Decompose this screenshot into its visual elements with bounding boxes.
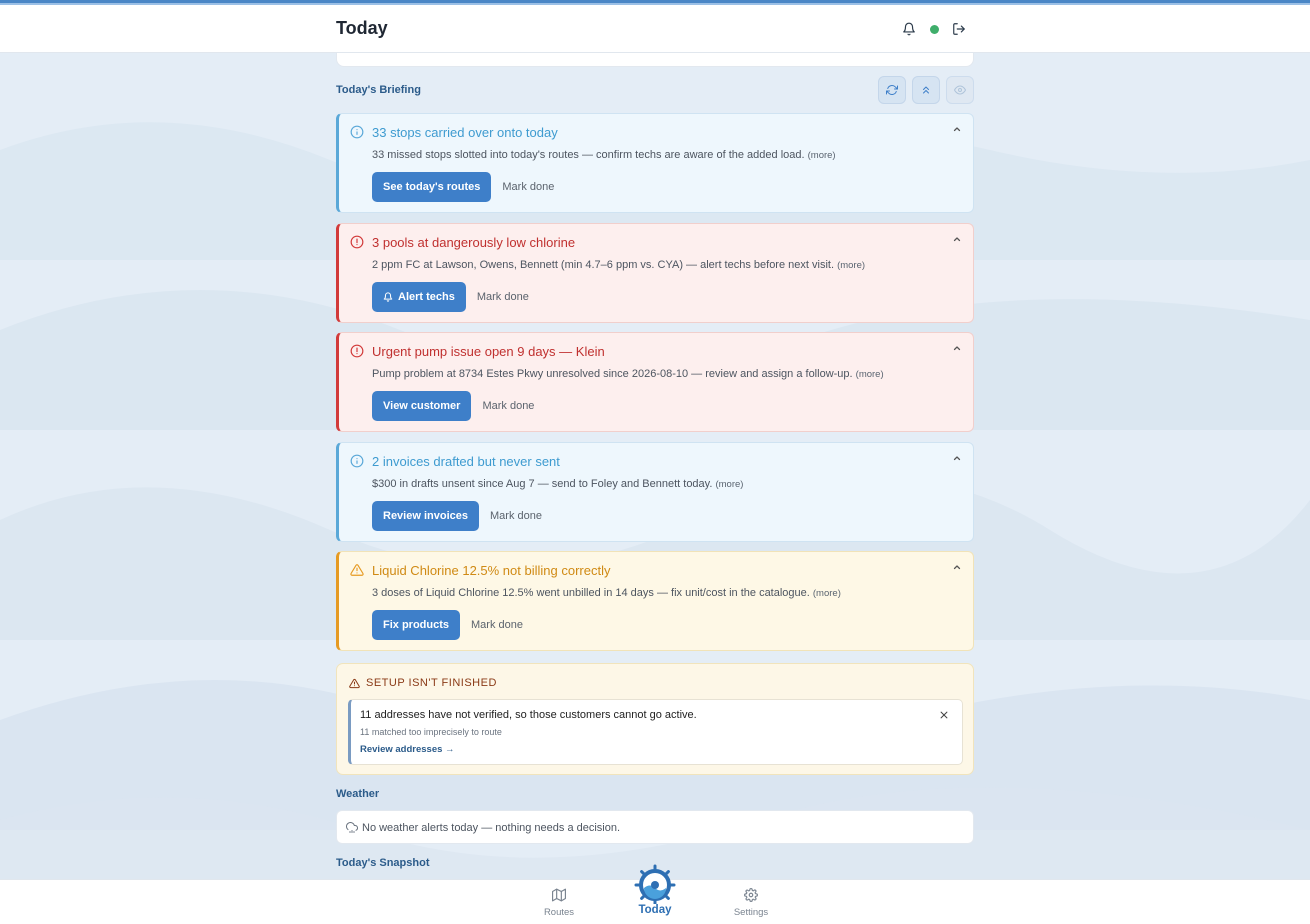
alert-title: Liquid Chlorine 12.5% not billing correc…	[372, 563, 611, 578]
weather-title: Weather	[336, 788, 380, 800]
warning-triangle-icon	[350, 563, 364, 577]
setup-header: SETUP ISN'T FINISHED	[349, 677, 497, 689]
collapse-all-icon	[923, 86, 929, 94]
alert-body-text: 33 missed stops slotted into today's rou…	[372, 149, 805, 161]
alert-body: 2 ppm FC at Lawson, Owens, Bennett (min …	[372, 259, 865, 271]
alert-body-text: $300 in drafts unsent since Aug 7 — send…	[372, 477, 713, 490]
weather-card: No weather alerts today — nothing needs …	[336, 810, 974, 844]
nav-settings-label: Settings	[733, 907, 769, 918]
alert-body: 3 doses of Liquid Chlorine 12.5% went un…	[372, 587, 841, 599]
alert-body-text: Pump problem at 8734 Estes Pkwy unresolv…	[372, 368, 853, 380]
show-hidden-button[interactable]	[946, 76, 974, 104]
refresh-button[interactable]	[878, 76, 906, 104]
alert-circle-icon	[350, 235, 364, 249]
more-link[interactable]: (more)	[715, 479, 743, 490]
alert-action-button[interactable]: Alert techs	[372, 281, 466, 312]
more-link[interactable]: (more)	[813, 588, 841, 599]
alert-circle-icon	[350, 344, 364, 358]
top-accent-bar	[0, 0, 1310, 5]
alert-title: 3 pools at dangerously low chlorine	[372, 234, 576, 250]
alert-actions: Alert techs Mark done	[372, 281, 529, 312]
alert-actions: Review invoices Mark done	[372, 500, 542, 531]
weather-text: No weather alerts today — nothing needs …	[362, 822, 621, 834]
alert-card: Urgent pump issue open 9 days — Klein Pum…	[336, 332, 974, 432]
alert-action-label: Fix products	[383, 619, 450, 631]
setup-title: SETUP ISN'T FINISHED	[366, 677, 497, 689]
alert-card: 33 stops carried over onto today 33 misse…	[336, 113, 974, 213]
setup-subtext: 11 matched too imprecisely to route	[360, 727, 502, 737]
alert-title: Urgent pump issue open 9 days — Klein	[372, 344, 605, 359]
more-link[interactable]: (more)	[856, 369, 884, 380]
nav-routes-label: Routes	[543, 907, 575, 918]
page-title: Today	[336, 18, 388, 38]
alert-action-label: See today's routes	[383, 181, 481, 193]
alert-title: 33 stops carried over onto today	[372, 125, 558, 140]
chevron-up-icon[interactable]	[951, 233, 963, 245]
chevron-up-icon[interactable]	[951, 342, 963, 354]
alert-action-label: View customer	[383, 400, 461, 412]
chevron-up-icon[interactable]	[951, 452, 963, 464]
snapshot-title: Today's Snapshot	[336, 857, 430, 869]
collapse-all-button[interactable]	[912, 76, 940, 104]
alert-actions: View customer Mark done	[372, 391, 534, 421]
ship-wheel-icon	[634, 864, 676, 906]
gear-icon	[744, 888, 758, 902]
briefing-title: Today's Briefing	[336, 84, 421, 96]
chevron-up-icon[interactable]	[951, 123, 963, 135]
app-header: Today	[0, 5, 1310, 53]
alert-card: 2 invoices drafted but never sent $300 in…	[336, 441, 974, 542]
alert-body-text: 2 ppm FC at Lawson, Owens, Bennett (min …	[372, 258, 834, 271]
setup-message: 11 addresses have not verified, so those…	[360, 709, 697, 721]
online-status-dot	[930, 25, 939, 34]
more-link[interactable]: (more)	[837, 260, 865, 271]
briefing-tools	[878, 76, 974, 104]
close-icon[interactable]	[939, 710, 949, 720]
alert-title: 2 invoices drafted but never sent	[372, 453, 560, 469]
warning-triangle-icon	[349, 678, 360, 688]
alert-action-button[interactable]: See today's routes	[372, 172, 492, 202]
alert-body: Pump problem at 8734 Estes Pkwy unresolv…	[372, 368, 884, 380]
previous-card	[336, 53, 974, 67]
cloud-rain-icon	[346, 822, 358, 833]
bell-icon	[383, 291, 393, 302]
map-icon	[552, 888, 566, 902]
logout-icon[interactable]	[949, 19, 969, 39]
alert-body: 33 missed stops slotted into today's rou…	[372, 149, 836, 161]
mark-done-button[interactable]: Mark done	[477, 291, 529, 303]
chevron-up-icon[interactable]	[951, 561, 963, 573]
setup-item: 11 addresses have not verified, so those…	[348, 699, 963, 765]
alert-action-button[interactable]: View customer	[372, 391, 472, 421]
review-addresses-link[interactable]: Review addresses →	[360, 744, 455, 755]
more-link[interactable]: (more)	[808, 150, 836, 161]
alert-body: $300 in drafts unsent since Aug 7 — send…	[372, 478, 743, 490]
setup-warning-card: SETUP ISN'T FINISHED 11 addresses have n…	[336, 663, 974, 775]
mark-done-button[interactable]: Mark done	[502, 181, 554, 193]
alert-action-label: Review invoices	[383, 509, 468, 522]
nav-today-label: Today	[638, 904, 672, 916]
alert-card: Liquid Chlorine 12.5% not billing correc…	[336, 551, 974, 651]
alert-action-button[interactable]: Review invoices	[372, 500, 479, 531]
bell-icon[interactable]	[899, 19, 919, 39]
alert-action-button[interactable]: Fix products	[372, 610, 461, 640]
alert-card: 3 pools at dangerously low chlorine 2 ppm…	[336, 222, 974, 323]
refresh-icon	[886, 84, 898, 96]
alert-action-label: Alert techs	[398, 290, 455, 303]
mark-done-button[interactable]: Mark done	[482, 400, 534, 412]
eye-icon	[954, 85, 966, 95]
info-icon	[350, 125, 364, 139]
mark-done-button[interactable]: Mark done	[471, 619, 523, 631]
nav-routes[interactable]: Routes	[524, 880, 594, 924]
info-icon	[350, 454, 364, 468]
nav-settings[interactable]: Settings	[716, 880, 786, 924]
alert-actions: Fix products Mark done	[372, 610, 523, 640]
mark-done-button[interactable]: Mark done	[490, 510, 542, 522]
alert-body-text: 3 doses of Liquid Chlorine 12.5% went un…	[372, 587, 810, 599]
alert-actions: See today's routes Mark done	[372, 172, 554, 202]
nav-today[interactable]: Today	[620, 864, 690, 924]
